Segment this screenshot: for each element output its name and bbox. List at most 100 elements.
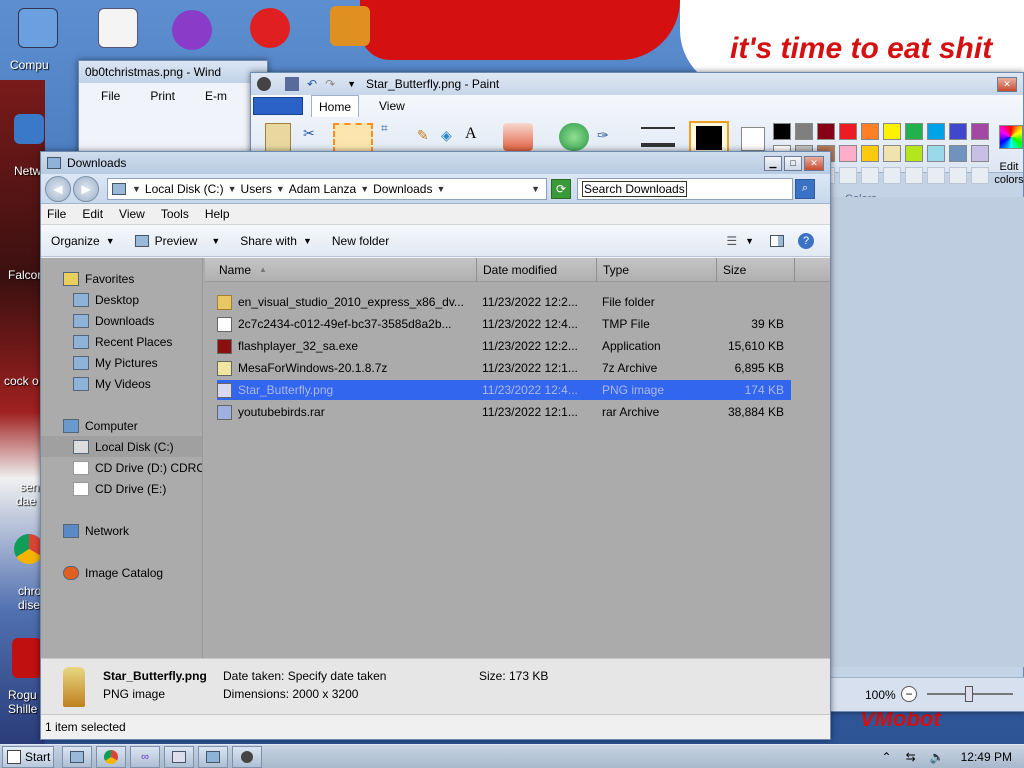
paint-menu-button[interactable]: [253, 97, 303, 115]
volume-icon[interactable]: 🔈: [930, 750, 945, 764]
rogue-killer-icon[interactable]: [12, 638, 42, 678]
photo-viewer-window[interactable]: 0b0tchristmas.png - Wind File Print E-m: [78, 60, 268, 160]
radiation-icon[interactable]: [250, 8, 290, 48]
calendar-icon[interactable]: [98, 8, 138, 48]
chevron-down-icon[interactable]: ▼: [360, 184, 369, 194]
taskbar-paint-icon[interactable]: [232, 745, 262, 768]
color-swatch[interactable]: [883, 123, 901, 140]
breadcrumb[interactable]: ▼ Local Disk (C:) ▼ Users ▼ Adam Lanza ▼…: [107, 177, 547, 200]
chevron-down-icon[interactable]: ▼: [228, 184, 237, 194]
nav-image-catalog[interactable]: Image Catalog: [41, 562, 202, 583]
color-swatch[interactable]: [861, 145, 879, 162]
nav-cd-drive-d[interactable]: CD Drive (D:) CDRO: [41, 457, 202, 478]
preview-pane-icon[interactable]: [770, 234, 784, 247]
tab-view[interactable]: View: [379, 99, 405, 113]
color-swatch[interactable]: [861, 123, 879, 140]
paint-canvas-area[interactable]: [831, 197, 1024, 667]
quick-access-dropdown-icon[interactable]: ▼: [347, 79, 356, 89]
address-history-dropdown-icon[interactable]: ▼: [531, 184, 540, 194]
desktop-icon-label[interactable]: Compu: [10, 58, 49, 72]
color-swatch[interactable]: [839, 145, 857, 162]
new-folder-button[interactable]: New folder: [332, 234, 389, 248]
desktop-icon-label[interactable]: sen: [20, 480, 39, 494]
shapes-icon[interactable]: [559, 123, 589, 151]
nav-downloads[interactable]: Downloads: [41, 310, 202, 331]
custom-color-swatch[interactable]: [883, 167, 901, 184]
table-row[interactable]: youtubebirds.rar 11/23/2022 12:1... rar Ar…: [217, 402, 791, 422]
select-icon[interactable]: [333, 123, 373, 153]
color-swatch[interactable]: [927, 145, 945, 162]
explorer-titlebar[interactable]: Downloads ▁ □ ✕: [41, 152, 830, 174]
paint-close-button[interactable]: ✕: [997, 76, 1017, 92]
column-type[interactable]: Type: [597, 257, 717, 282]
back-button[interactable]: ◀: [45, 175, 71, 202]
yahoo-messenger-icon[interactable]: [172, 10, 212, 50]
chevron-down-icon[interactable]: ▼: [132, 184, 141, 194]
computer-crumb-icon[interactable]: [112, 182, 126, 195]
menu-view[interactable]: View: [119, 207, 145, 221]
color-swatch[interactable]: [905, 123, 923, 140]
color1-button[interactable]: [689, 121, 729, 155]
taskbar-explorer-window-icon[interactable]: [198, 745, 228, 768]
nav-my-videos[interactable]: My Videos: [41, 373, 202, 394]
maximize-button[interactable]: □: [784, 155, 802, 171]
tray-expand-icon[interactable]: ⌃: [882, 750, 892, 764]
nav-favorites[interactable]: Favorites: [41, 268, 202, 289]
menu-file[interactable]: File: [47, 207, 66, 221]
table-row[interactable]: flashplayer_32_sa.exe 11/23/2022 12:2... A…: [217, 336, 791, 356]
file-list[interactable]: Name ▲ Date modified Type Size en_visual_…: [203, 257, 830, 658]
custom-color-swatch[interactable]: [949, 167, 967, 184]
nav-cd-drive-e[interactable]: CD Drive (E:): [41, 478, 202, 499]
desktop-icon-label[interactable]: Rogu: [8, 688, 37, 702]
color-swatch[interactable]: [927, 123, 945, 140]
nav-my-pictures[interactable]: My Pictures: [41, 352, 202, 373]
color-swatch[interactable]: [971, 145, 989, 162]
custom-color-swatch[interactable]: [905, 167, 923, 184]
table-row[interactable]: MesaForWindows-20.1.8.7z 11/23/2022 12:1.…: [217, 358, 791, 378]
color2-button[interactable]: [741, 127, 765, 151]
close-button[interactable]: ✕: [804, 155, 824, 171]
breadcrumb-item[interactable]: Users: [241, 182, 272, 196]
table-row[interactable]: Star_Butterfly.png 11/23/2022 12:4... PNG …: [217, 380, 791, 400]
taskbar-explorer-icon[interactable]: [62, 745, 92, 768]
nav-computer[interactable]: Computer: [41, 415, 202, 436]
breadcrumb-item[interactable]: Local Disk (C:): [145, 182, 224, 196]
menu-tools[interactable]: Tools: [161, 207, 189, 221]
desktop-icon-label[interactable]: Falcon: [8, 268, 44, 282]
clock[interactable]: 12:49 PM: [961, 750, 1012, 764]
preview-button[interactable]: Preview ▼: [134, 234, 220, 248]
desktop-icon-label[interactable]: dise: [18, 598, 40, 612]
size-icon[interactable]: [641, 127, 675, 147]
color-swatch[interactable]: [971, 123, 989, 140]
redo-icon[interactable]: ↷: [325, 77, 335, 91]
menu-edit[interactable]: Edit: [82, 207, 103, 221]
photo-viewer-titlebar[interactable]: 0b0tchristmas.png - Wind: [79, 61, 267, 83]
nav-network[interactable]: Network: [41, 520, 202, 541]
search-icon[interactable]: ⌕: [795, 178, 815, 199]
paint-app-icon[interactable]: [257, 77, 271, 91]
desktop-icon-label[interactable]: Netw: [14, 164, 41, 178]
explorer-window[interactable]: Downloads ▁ □ ✕ ◀ ▶ ▼ Local Disk (C:) ▼ …: [40, 151, 831, 740]
custom-color-swatch[interactable]: [861, 167, 879, 184]
chevron-down-icon[interactable]: ▼: [436, 184, 445, 194]
photo-viewer-menu-file[interactable]: File: [101, 89, 120, 103]
edit-colors-icon[interactable]: [999, 125, 1023, 149]
desktop-icon-label[interactable]: cock o: [4, 374, 39, 388]
custom-color-swatch[interactable]: [839, 167, 857, 184]
brushes-icon[interactable]: [503, 123, 533, 151]
column-name[interactable]: Name ▲: [205, 257, 477, 282]
edit-colors-label[interactable]: Edit colors: [993, 161, 1024, 187]
forward-button[interactable]: ▶: [73, 175, 99, 202]
view-options-icon[interactable]: ☰: [726, 234, 737, 248]
network-tray-icon[interactable]: ⇆: [906, 750, 916, 764]
tab-home[interactable]: Home: [311, 95, 359, 117]
column-size[interactable]: Size: [717, 257, 795, 282]
menu-help[interactable]: Help: [205, 207, 230, 221]
taskbar-visual-studio-icon[interactable]: ∞: [130, 745, 160, 768]
text-tool-icon[interactable]: A: [465, 125, 477, 143]
nav-recent-places[interactable]: Recent Places: [41, 331, 202, 352]
breadcrumb-item[interactable]: Adam Lanza: [289, 182, 356, 196]
finder-icon[interactable]: [18, 8, 58, 48]
refresh-button[interactable]: ⟳: [551, 178, 571, 199]
search-input[interactable]: Search Downloads: [577, 177, 793, 200]
